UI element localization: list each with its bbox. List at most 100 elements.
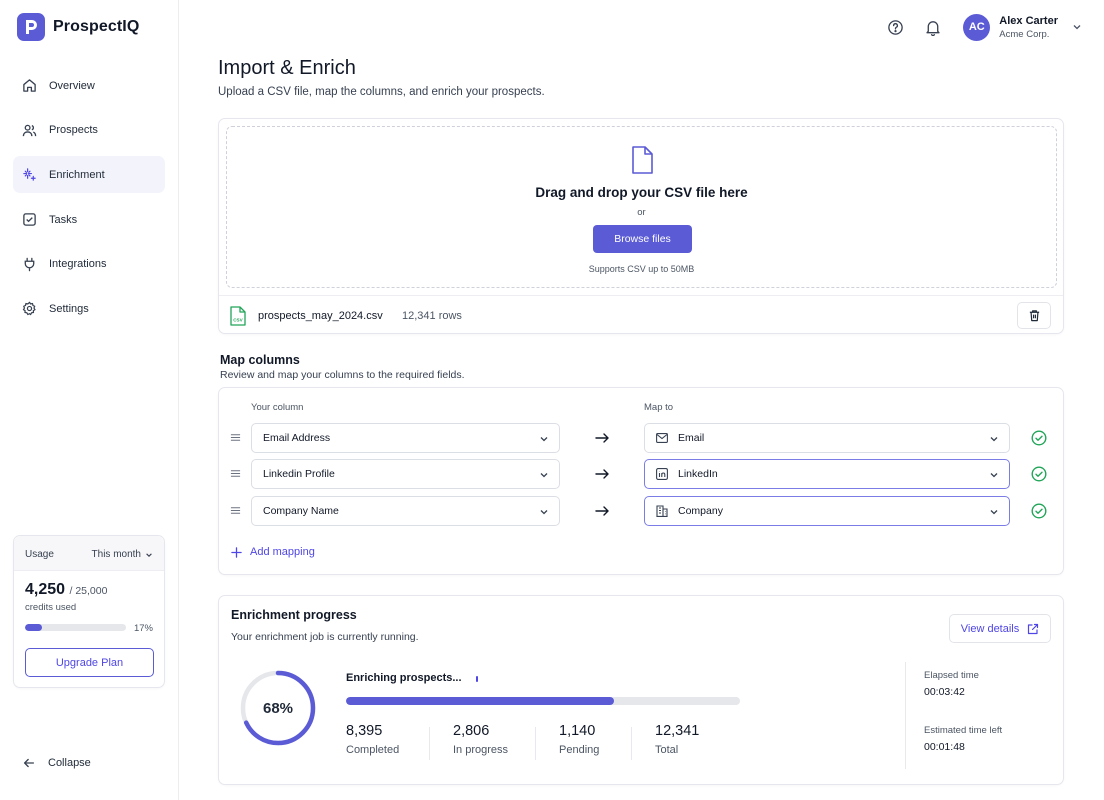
- target-field-select[interactable]: Email: [644, 423, 1010, 453]
- arrow-left-icon: [23, 758, 35, 768]
- upload-card: Drag and drop your CSV file here or Brow…: [218, 118, 1064, 334]
- target-field-select[interactable]: Company: [644, 496, 1010, 526]
- sidebar-item-integrations[interactable]: Integrations: [13, 246, 165, 283]
- usage-sub: credits used: [25, 602, 77, 613]
- enriching-status: Enriching prospects...: [346, 672, 462, 684]
- sidebar-item-overview[interactable]: Overview: [13, 67, 165, 104]
- external-link-icon: [1028, 623, 1039, 634]
- stat-completed: 8,395 Completed: [346, 723, 399, 756]
- progress-title: Enrichment progress: [231, 608, 357, 622]
- chevron-down-icon: [540, 473, 548, 478]
- usage-card: Usage This month 4,250 / 25,000 credits …: [13, 535, 165, 688]
- collapse-label: Collapse: [48, 757, 91, 769]
- source-column-select[interactable]: Linkedin Profile: [251, 459, 560, 489]
- chevron-down-icon[interactable]: [1072, 22, 1082, 32]
- your-column-header: Your column: [251, 402, 304, 413]
- source-column-value: Company Name: [263, 505, 339, 517]
- chevron-down-icon: [990, 473, 998, 478]
- mail-icon: [656, 433, 668, 443]
- stat-label: Pending: [559, 744, 600, 756]
- chevron-down-icon: [146, 552, 152, 557]
- help-button[interactable]: [881, 13, 909, 41]
- add-mapping-label: Add mapping: [250, 546, 315, 558]
- time-remaining: Estimated time left 00:01:48: [924, 725, 1002, 753]
- progress-percent: 68%: [262, 699, 294, 717]
- mapping-row: Linkedin Profile LinkedIn: [219, 459, 1063, 489]
- drag-handle-icon[interactable]: [230, 505, 241, 516]
- user-name: Alex Carter: [999, 14, 1058, 27]
- add-mapping-button[interactable]: Add mapping: [231, 546, 315, 558]
- sidebar-item-settings[interactable]: Settings: [13, 290, 165, 327]
- time-remaining-value: 00:01:48: [924, 741, 965, 753]
- source-column-select[interactable]: Email Address: [251, 423, 560, 453]
- progress-subtitle: Your enrichment job is currently running…: [231, 631, 419, 643]
- divider: [905, 662, 906, 769]
- sidebar-item-label: Prospects: [49, 124, 98, 137]
- home-icon: [23, 79, 36, 92]
- enrichment-progress-fill: [346, 697, 614, 705]
- sidebar-nav: Overview Prospects Enrichment Tasks Inte…: [13, 67, 165, 335]
- stat-total: 12,341 Total: [655, 723, 699, 756]
- usage-total: / 25,000: [69, 585, 108, 597]
- upgrade-plan-button[interactable]: Upgrade Plan: [25, 648, 154, 677]
- mapping-card: Your column Map to Email Address Email L…: [218, 387, 1064, 575]
- stat-label: Completed: [346, 744, 400, 756]
- stat-in-progress: 2,806 In progress: [453, 723, 508, 756]
- csv-dropzone[interactable]: Drag and drop your CSV file here or Brow…: [226, 126, 1057, 288]
- csv-file-icon: CSV: [230, 306, 246, 326]
- plus-icon: [231, 546, 242, 558]
- arrow-right-icon: [595, 506, 609, 516]
- usage-period-select[interactable]: This month: [92, 549, 153, 560]
- check-circle-icon: [1031, 430, 1047, 446]
- target-field-value: Email: [678, 432, 705, 444]
- arrow-right-icon: [595, 433, 609, 443]
- check-circle-icon: [1031, 466, 1047, 482]
- sidebar: ProspectIQ Overview Prospects Enrichment…: [0, 0, 179, 800]
- file-row-count: 12,341 rows: [402, 310, 462, 322]
- source-column-value: Email Address: [263, 432, 331, 444]
- sidebar-item-tasks[interactable]: Tasks: [13, 201, 165, 238]
- drag-handle-icon[interactable]: [230, 468, 241, 479]
- delete-file-button[interactable]: [1017, 302, 1051, 329]
- enrichment-progress-card: Enrichment progress Your enrichment job …: [218, 595, 1064, 785]
- elapsed-time: Elapsed time 00:03:42: [924, 670, 979, 698]
- usage-credits: 4,250 / 25,000: [25, 581, 107, 599]
- stat-pending: 1,140 Pending: [559, 723, 599, 756]
- sidebar-item-label: Overview: [49, 79, 95, 92]
- uploaded-file-row: CSV prospects_may_2024.csv 12,341 rows: [219, 295, 1063, 335]
- usage-percent: 17%: [133, 623, 153, 634]
- arrow-right-icon: [595, 469, 609, 479]
- help-icon: [888, 19, 903, 35]
- logo[interactable]: ProspectIQ: [17, 13, 139, 41]
- sparkles-icon: [23, 168, 36, 182]
- sidebar-item-label: Enrichment: [49, 168, 105, 181]
- collapse-button[interactable]: Collapse: [22, 756, 91, 770]
- sidebar-item-enrichment[interactable]: Enrichment: [13, 156, 165, 194]
- avatar[interactable]: AC: [963, 13, 991, 41]
- stat-value: 8,395: [346, 723, 383, 739]
- trash-icon: [1029, 310, 1039, 322]
- map-columns-title: Map columns: [220, 353, 300, 367]
- target-field-select[interactable]: LinkedIn: [644, 459, 1010, 489]
- stat-value: 12,341: [655, 723, 700, 739]
- chevron-down-icon: [540, 437, 548, 442]
- building-icon: [656, 505, 668, 517]
- view-details-button[interactable]: View details: [949, 614, 1051, 643]
- check-circle-icon: [1031, 503, 1047, 519]
- bell-icon: [926, 20, 940, 36]
- page-title: Import & Enrich: [218, 57, 356, 79]
- usage-used: 4,250: [25, 581, 66, 598]
- view-details-label: View details: [960, 622, 1020, 635]
- dropzone-note: Supports CSV up to 50MB: [588, 264, 695, 274]
- chevron-down-icon: [990, 510, 998, 515]
- user-menu[interactable]: Alex Carter Acme Corp.: [999, 15, 1058, 40]
- file-icon: [632, 146, 653, 174]
- source-column-select[interactable]: Company Name: [251, 496, 560, 526]
- linkedin-icon: [656, 468, 668, 480]
- drag-handle-icon[interactable]: [230, 432, 241, 443]
- browse-files-button[interactable]: Browse files: [593, 225, 692, 253]
- notifications-button[interactable]: [919, 13, 947, 41]
- divider: [429, 727, 430, 760]
- stat-label: Total: [655, 744, 679, 756]
- sidebar-item-prospects[interactable]: Prospects: [13, 112, 165, 149]
